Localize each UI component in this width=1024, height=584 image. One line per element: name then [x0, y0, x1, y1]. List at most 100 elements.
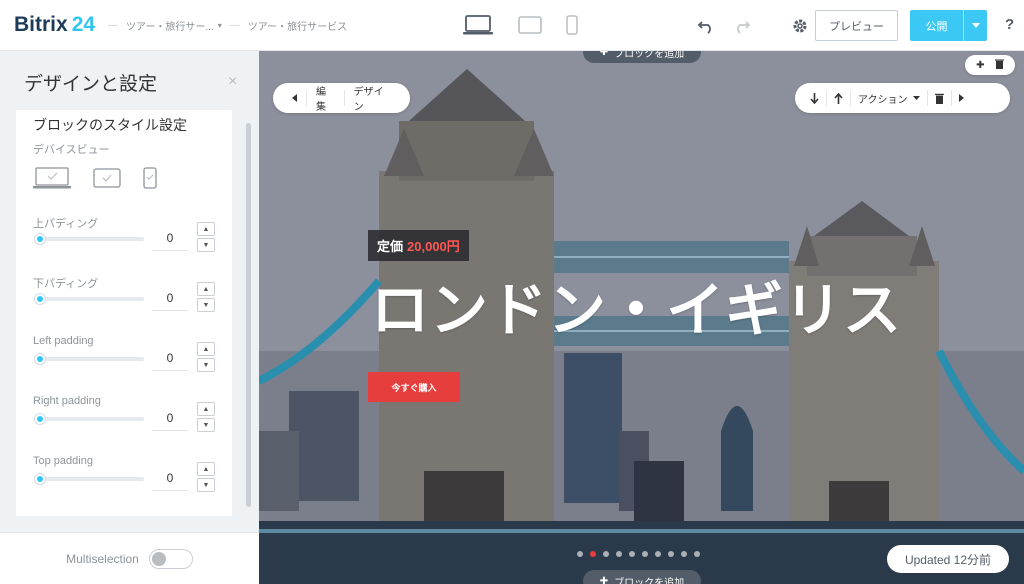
- slider-handle[interactable]: [35, 354, 45, 364]
- style-settings-card: ブロックのスタイル設定 デバイスビュー 上パディング 0 ▲ ▼ 下パディング …: [16, 110, 232, 516]
- slider-handle[interactable]: [35, 414, 45, 424]
- tablet-check-icon[interactable]: [93, 167, 121, 194]
- value-input[interactable]: 0: [152, 285, 188, 311]
- slider-track[interactable]: [37, 237, 144, 241]
- slider-track[interactable]: [37, 357, 144, 361]
- panel-title: デザインと設定: [24, 74, 158, 95]
- chevron-down-icon[interactable]: ▼: [197, 298, 215, 312]
- arrow-up-icon[interactable]: [827, 90, 851, 106]
- slide-dot[interactable]: [642, 551, 648, 557]
- add-block-top-button[interactable]: ✚ ブロックを追加: [583, 51, 701, 63]
- slider-track[interactable]: [37, 477, 144, 481]
- stepper: ▲ ▼: [197, 282, 215, 314]
- slide-dot[interactable]: [629, 551, 635, 557]
- chevron-down-icon[interactable]: ▼: [197, 478, 215, 492]
- price-prefix: 定価: [377, 239, 404, 254]
- arrow-down-icon[interactable]: [803, 90, 827, 106]
- help-button[interactable]: ?: [1005, 16, 1014, 33]
- chevron-up-icon[interactable]: ▲: [197, 462, 215, 476]
- undo-icon[interactable]: [694, 14, 718, 38]
- chevron-right-icon[interactable]: [952, 90, 971, 106]
- publish-label: 公開: [925, 20, 948, 33]
- value-input[interactable]: 0: [152, 405, 188, 431]
- padding-field: Right padding 0 ▲ ▼: [33, 395, 223, 445]
- multiselection-toggle[interactable]: [148, 548, 193, 569]
- actions-dropdown[interactable]: アクション: [851, 90, 928, 106]
- block-actions-toolbar: アクション: [795, 83, 1010, 113]
- chevron-down-icon[interactable]: ▼: [197, 418, 215, 432]
- design-button[interactable]: デザイン: [345, 87, 400, 113]
- chevron-left-icon[interactable]: [283, 90, 307, 106]
- multiselection-label: Multiselection: [66, 551, 139, 566]
- chevron-up-icon[interactable]: ▲: [197, 402, 215, 416]
- close-icon[interactable]: ×: [228, 73, 237, 91]
- slider-track[interactable]: [37, 297, 144, 301]
- slider-handle[interactable]: [35, 294, 45, 304]
- laptop-check-icon[interactable]: [33, 166, 71, 195]
- padding-field: 上パディング 0 ▲ ▼: [33, 215, 223, 265]
- plus-icon: ✚: [599, 575, 609, 584]
- chevron-down-icon[interactable]: ▼: [197, 238, 215, 252]
- chevron-up-icon[interactable]: ▲: [197, 222, 215, 236]
- slide-dot[interactable]: [694, 551, 700, 557]
- panel-scrollbar[interactable]: [246, 123, 251, 507]
- block-mini-toolbar: ✚: [965, 55, 1015, 75]
- field-label: 上パディング: [33, 218, 99, 230]
- redo-icon[interactable]: [730, 14, 754, 38]
- design-settings-panel: デザインと設定 × ブロックのスタイル設定 デバイスビュー 上パディング 0 ▲…: [0, 51, 259, 584]
- value-input[interactable]: 0: [152, 225, 188, 251]
- chevron-up-icon[interactable]: ▲: [197, 342, 215, 356]
- top-bar: Bitrix 24 — ツアー・旅行サー... ▾ — ツアー・旅行サービス プレ…: [0, 0, 1024, 51]
- toggle-knob: [151, 551, 166, 566]
- desktop-icon[interactable]: [462, 14, 494, 36]
- logo[interactable]: Bitrix 24: [14, 13, 95, 37]
- padding-field: Left padding 0 ▲ ▼: [33, 335, 223, 385]
- breadcrumb-site[interactable]: ツアー・旅行サー...: [126, 18, 214, 33]
- buy-now-button[interactable]: 今すぐ購入: [368, 372, 460, 402]
- slider-handle[interactable]: [35, 234, 45, 244]
- slide-dot[interactable]: [616, 551, 622, 557]
- mobile-icon[interactable]: [566, 15, 578, 35]
- slide-dot[interactable]: [681, 551, 687, 557]
- slide-dot[interactable]: [603, 551, 609, 557]
- slide-dot[interactable]: [590, 551, 596, 557]
- slider-track[interactable]: [37, 417, 144, 421]
- plus-icon[interactable]: ✚: [976, 60, 984, 71]
- tablet-icon[interactable]: [518, 16, 542, 34]
- add-block-label: ブロックを追加: [614, 51, 685, 60]
- logo-number: 24: [71, 13, 96, 36]
- chevron-down-icon[interactable]: ▼: [197, 358, 215, 372]
- stepper: ▲ ▼: [197, 462, 215, 494]
- slider-handle[interactable]: [35, 474, 45, 484]
- add-block-label: ブロックを追加: [614, 577, 685, 584]
- logo-brand: Bitrix: [14, 13, 68, 36]
- chevron-down-icon: [912, 96, 920, 100]
- value-input[interactable]: 0: [152, 345, 188, 371]
- gear-icon[interactable]: [788, 14, 812, 38]
- publish-button[interactable]: 公開: [910, 10, 987, 41]
- field-label: Left padding: [33, 335, 94, 347]
- plus-icon: ✚: [599, 51, 609, 58]
- price-tag[interactable]: 定価 20,000円: [368, 230, 469, 261]
- chevron-down-icon[interactable]: [963, 10, 987, 41]
- slide-dot[interactable]: [668, 551, 674, 557]
- trash-icon[interactable]: [994, 59, 1004, 72]
- slider-dots: [577, 551, 700, 557]
- value-input[interactable]: 0: [152, 465, 188, 491]
- slide-dot[interactable]: [577, 551, 583, 557]
- add-block-bottom-button[interactable]: ✚ ブロックを追加: [583, 570, 701, 584]
- mobile-check-icon[interactable]: [143, 167, 157, 194]
- device-preview-label: デバイスビュー: [33, 144, 110, 156]
- chevron-down-icon[interactable]: ▾: [218, 21, 222, 30]
- preview-button[interactable]: プレビュー: [815, 10, 898, 41]
- slide-dot[interactable]: [655, 551, 661, 557]
- padding-field: 下パディング 0 ▲ ▼: [33, 275, 223, 325]
- trash-icon[interactable]: [928, 90, 952, 106]
- updated-status: Updated 12分前: [887, 545, 1009, 573]
- chevron-up-icon[interactable]: ▲: [197, 282, 215, 296]
- section-title: ブロックのスタイル設定: [33, 117, 187, 133]
- hero-headline[interactable]: ロンドン・イギリス: [371, 263, 902, 347]
- field-label: Right padding: [33, 395, 101, 407]
- breadcrumb-page[interactable]: ツアー・旅行サービス: [248, 18, 347, 33]
- edit-button[interactable]: 編集: [307, 87, 345, 113]
